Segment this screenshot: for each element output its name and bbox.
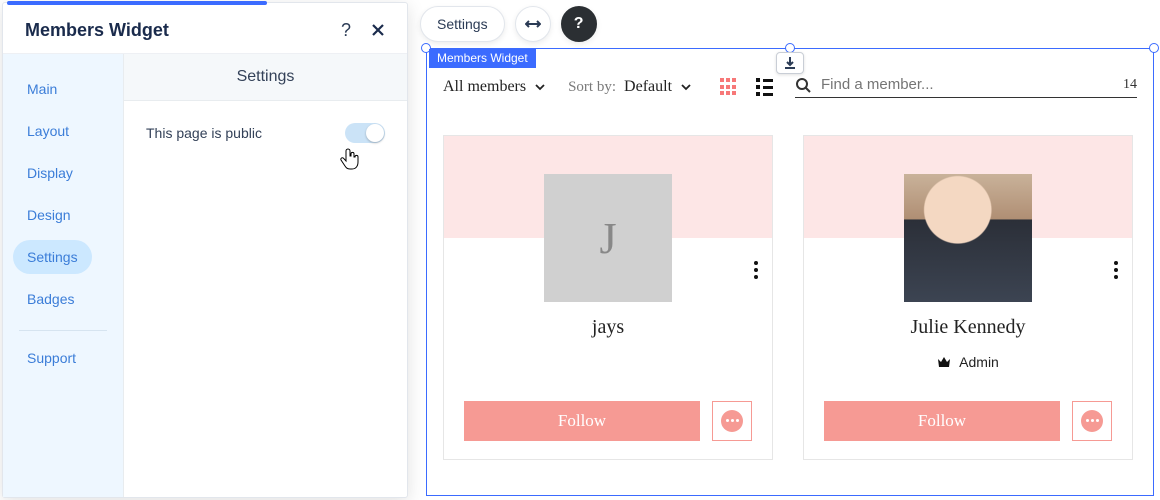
public-toggle[interactable] <box>345 123 385 143</box>
members-widget-panel: Members Widget ? Main Layout Display Des… <box>2 2 408 498</box>
member-cards: J jays Follow <box>443 135 1137 460</box>
role-label: Admin <box>959 354 999 370</box>
sidebar-item-design[interactable]: Design <box>13 198 85 232</box>
sort-value: Default <box>624 78 672 96</box>
search-input[interactable] <box>821 76 1113 93</box>
panel-title: Members Widget <box>25 20 335 41</box>
question-icon: ? <box>574 15 584 33</box>
avatar[interactable]: J <box>544 174 672 302</box>
avatar-initial: J <box>599 213 616 264</box>
content-heading: Settings <box>124 54 407 101</box>
search-icon <box>795 77 811 93</box>
setting-public-row: This page is public <box>124 101 407 165</box>
widget-selection-frame[interactable]: All members Sort by: Default <box>426 48 1154 496</box>
chat-button[interactable] <box>712 401 752 441</box>
chat-icon <box>1081 410 1103 432</box>
chevron-down-icon <box>534 81 546 93</box>
panel-header: Members Widget ? <box>3 5 407 54</box>
panel-sidebar: Main Layout Display Design Settings Badg… <box>3 54 123 497</box>
sidebar-item-badges[interactable]: Badges <box>13 282 88 316</box>
sidebar-item-layout[interactable]: Layout <box>13 114 83 148</box>
member-card[interactable]: J jays Follow <box>443 135 773 460</box>
sidebar-item-support[interactable]: Support <box>13 341 90 375</box>
crown-icon <box>937 356 951 368</box>
sort-label: Sort by: <box>568 79 616 96</box>
sidebar-item-main[interactable]: Main <box>13 72 71 106</box>
member-name: Julie Kennedy <box>820 316 1116 339</box>
sidebar-item-display[interactable]: Display <box>13 156 87 190</box>
chevron-down-icon <box>680 81 692 93</box>
help-button[interactable]: ? <box>561 6 597 42</box>
member-name: jays <box>460 316 756 339</box>
help-icon[interactable]: ? <box>335 19 357 41</box>
chat-button[interactable] <box>1072 401 1112 441</box>
close-button[interactable] <box>367 19 389 41</box>
sidebar-divider <box>19 330 107 331</box>
list-view-button[interactable] <box>756 78 773 96</box>
filter-label: All members <box>443 78 526 96</box>
download-button[interactable] <box>776 52 804 74</box>
sort-dropdown[interactable]: Default <box>624 78 692 96</box>
sidebar-item-settings[interactable]: Settings <box>13 240 92 274</box>
member-count: 14 <box>1123 77 1137 93</box>
toggle-knob <box>366 124 384 142</box>
editor-canvas: Settings ? Members Widget All members So… <box>420 0 1160 500</box>
floating-controls: Settings ? <box>420 6 597 42</box>
grid-view-button[interactable] <box>720 78 738 96</box>
settings-pill[interactable]: Settings <box>420 6 505 42</box>
follow-button[interactable]: Follow <box>824 401 1060 441</box>
card-menu-button[interactable] <box>754 258 758 282</box>
chat-icon <box>721 410 743 432</box>
filter-dropdown[interactable]: All members <box>443 78 546 96</box>
follow-button[interactable]: Follow <box>464 401 700 441</box>
resize-button[interactable] <box>515 6 551 42</box>
member-role: Admin <box>820 353 1116 371</box>
members-widget-preview: All members Sort by: Default <box>443 67 1137 495</box>
frame-tag[interactable]: Members Widget <box>429 49 536 68</box>
avatar-photo <box>904 174 1032 302</box>
member-card[interactable]: Julie Kennedy Admin Follow <box>803 135 1133 460</box>
search-input-wrap[interactable]: 14 <box>795 76 1137 98</box>
panel-content: Settings This page is public <box>123 54 407 497</box>
member-role <box>460 353 756 371</box>
setting-public-label: This page is public <box>146 125 345 141</box>
avatar[interactable] <box>904 174 1032 302</box>
card-menu-button[interactable] <box>1114 258 1118 282</box>
